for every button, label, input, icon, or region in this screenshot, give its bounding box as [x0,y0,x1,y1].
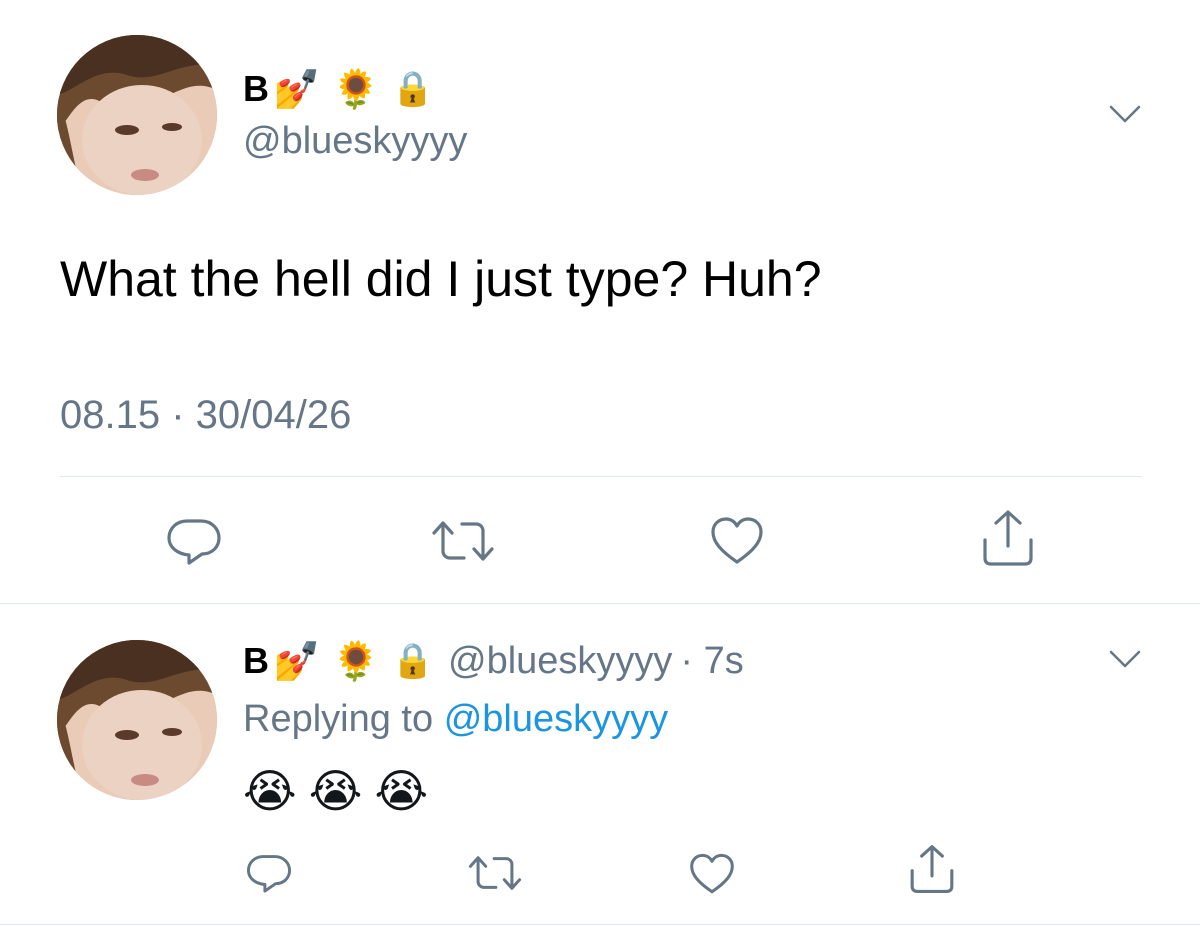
chevron-down-icon[interactable] [1108,648,1142,670]
share-icon [910,845,954,893]
retweet-button[interactable] [467,851,523,895]
replying-to-line: Replying to @blueskyyyy [243,698,668,741]
lock-icon: 🔒 [391,69,434,109]
reply-handle[interactable]: @blueskyyyy [448,640,672,683]
main-display-name-row: B 💅 🌻 🔒 [243,64,434,114]
avatar-photo [57,640,217,800]
retweet-button[interactable] [430,515,496,567]
reply-tweet-text: 😭😭😭 [243,764,441,818]
share-button[interactable] [907,843,957,895]
nail-polish-icon: 💅 [273,638,321,683]
display-name: B [243,640,269,681]
reply-button[interactable] [165,513,223,569]
main-tweet-text: What the hell did I just type? Huh? [60,251,822,307]
nail-polish-icon: 💅 [273,66,321,111]
tweet-separator [0,603,1200,604]
reply-icon [167,519,221,565]
main-timestamp[interactable]: 08.15 · 30/04/26 [60,393,351,438]
reply-avatar[interactable] [57,640,217,800]
main-divider-top [60,476,1142,477]
like-button[interactable] [709,515,765,567]
sunflower-icon: 🌻 [332,638,380,683]
reply-button[interactable] [245,850,293,896]
reply-time[interactable]: · 7s [680,640,743,683]
main-avatar[interactable] [57,35,217,195]
avatar-photo [57,35,217,195]
share-button[interactable] [979,508,1037,568]
main-handle[interactable]: @blueskyyyy [243,120,467,163]
sunflower-icon: 🌻 [332,66,380,111]
chevron-down-icon[interactable] [1108,103,1142,125]
like-icon [690,853,734,894]
replying-to-handle[interactable]: @blueskyyyy [444,698,668,740]
like-button[interactable] [688,852,736,896]
reply-icon [246,855,292,893]
retweet-icon [432,521,494,561]
reply-header-row: B 💅 🌻 🔒 @blueskyyyy · 7s [243,636,744,686]
replying-to-label: Replying to [243,698,434,740]
display-name: B [243,68,269,109]
share-icon [983,510,1033,566]
bottom-divider [0,924,1200,925]
retweet-icon [468,856,522,890]
like-icon [711,517,763,564]
lock-icon: 🔒 [391,641,434,681]
